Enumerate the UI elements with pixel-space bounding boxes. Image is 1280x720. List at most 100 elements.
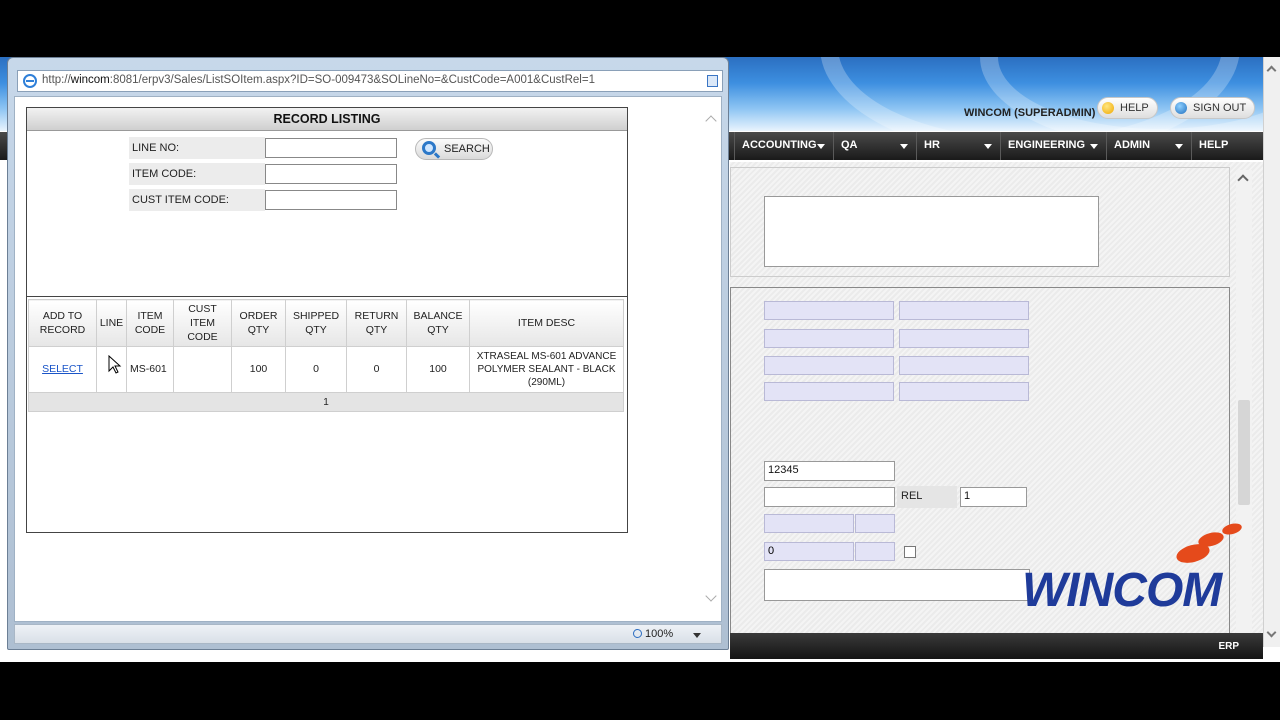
col-balance-qty: BALANCE QTY [406, 299, 470, 347]
current-user-label: WINCOM (SUPERADMIN) [964, 107, 1096, 119]
chevron-down-icon [1266, 627, 1277, 638]
cust-item-code-input[interactable] [265, 190, 397, 210]
chevron-down-icon[interactable] [693, 633, 701, 638]
pager-page-1[interactable]: 1 [28, 392, 624, 412]
zero-field[interactable]: 0 [764, 542, 854, 561]
col-shipped-qty: SHIPPED QTY [285, 299, 347, 347]
pager-row: 1 [28, 392, 624, 412]
status-bar: 100% [14, 624, 722, 644]
app-footer: ERP [730, 633, 1263, 659]
footer-erp-label: ERP [1218, 641, 1239, 652]
chevron-down-icon [817, 144, 825, 149]
results-panel: ADD TO RECORD LINE ITEM CODE CUST ITEM C… [26, 297, 628, 533]
form-field[interactable] [764, 382, 894, 401]
menu-accounting-label: ACCOUNTING [742, 139, 817, 151]
col-return-qty: RETURN QTY [346, 299, 407, 347]
form-field[interactable] [764, 514, 854, 533]
chevron-up-icon [1266, 65, 1277, 76]
menu-engineering[interactable]: ENGINEERING [1001, 132, 1107, 160]
zoom-level: 100% [645, 628, 674, 640]
url-path: :8081/erpv3/Sales/ListSOItem.aspx?ID=SO-… [109, 74, 595, 86]
line-no-input[interactable] [265, 138, 397, 158]
chevron-up-icon [1237, 174, 1249, 186]
record-listing-title: RECORD LISTING [27, 108, 627, 131]
form-field[interactable] [899, 329, 1029, 348]
scroll-thumb[interactable] [1238, 400, 1250, 505]
form-field[interactable] [764, 329, 894, 348]
menu-qa-label: QA [841, 139, 858, 151]
rel-input[interactable]: 1 [960, 487, 1027, 507]
col-item-code: ITEM CODE [126, 299, 174, 347]
cell-item-code: MS-601 [126, 346, 174, 393]
menu-engineering-label: ENGINEERING [1008, 139, 1086, 151]
remarks-textarea[interactable] [764, 569, 1030, 601]
lightbulb-icon [1102, 102, 1114, 114]
form-field[interactable] [855, 542, 895, 561]
item-code-label: ITEM CODE: [129, 163, 265, 185]
ie-browser-icon [23, 74, 37, 88]
cell-balance-qty: 100 [406, 346, 470, 393]
menu-help-label: HELP [1199, 139, 1229, 151]
form-field[interactable] [855, 514, 895, 533]
cell-action: SELECT [28, 346, 97, 393]
chevron-down-icon [900, 144, 908, 149]
form-scrollbar[interactable] [1236, 170, 1252, 640]
chevron-down-icon [984, 144, 992, 149]
page-scrollbar[interactable] [1263, 57, 1280, 647]
header-help-button[interactable]: HELP [1097, 97, 1158, 119]
notes-textarea[interactable] [764, 196, 1099, 267]
cell-order-qty: 100 [231, 346, 286, 393]
item-code-input[interactable] [265, 164, 397, 184]
menu-admin[interactable]: ADMIN [1107, 132, 1192, 160]
menu-hr[interactable]: HR [917, 132, 1001, 160]
popup-window: http://wincom:8081/erpv3/Sales/ListSOIte… [7, 57, 729, 650]
cust-item-code-label: CUST ITEM CODE: [129, 189, 265, 211]
search-icon [422, 141, 436, 155]
search-panel: RECORD LISTING LINE NO: ITEM CODE: CUST … [26, 107, 628, 297]
url-host: wincom [70, 74, 110, 86]
url-prefix: http:// [42, 74, 71, 86]
header-help-label: HELP [1120, 102, 1149, 114]
popup-content: RECORD LISTING LINE NO: ITEM CODE: CUST … [14, 96, 722, 622]
line-no-label: LINE NO: [129, 137, 265, 159]
col-line: LINE [96, 299, 127, 347]
cell-item-desc: XTRASEAL MS-601 ADVANCE POLYMER SEALANT … [469, 346, 624, 393]
chevron-down-icon[interactable] [705, 590, 717, 602]
zoom-control[interactable]: 100% [633, 628, 673, 640]
address-bar[interactable]: http://wincom:8081/erpv3/Sales/ListSOIte… [17, 70, 723, 92]
menu-admin-label: ADMIN [1114, 139, 1151, 151]
cell-return-qty: 0 [346, 346, 407, 393]
code-input[interactable]: 12345 [764, 461, 895, 481]
chevron-up-icon[interactable] [705, 115, 717, 127]
menu-hr-label: HR [924, 139, 940, 151]
menu-qa[interactable]: QA [834, 132, 917, 160]
col-cust-item-code: CUST ITEM CODE [173, 299, 232, 347]
menu-help[interactable]: HELP [1192, 132, 1262, 160]
chevron-down-icon [1090, 144, 1098, 149]
search-button-label: SEARCH [444, 143, 490, 155]
text-input[interactable] [764, 487, 895, 507]
col-order-qty: ORDER QTY [231, 299, 286, 347]
form-field[interactable] [899, 356, 1029, 375]
screen: WINCOM (SUPERADMIN) HELP SIGN OUT ACCOUN… [0, 0, 1280, 720]
sign-out-button[interactable]: SIGN OUT [1170, 97, 1256, 119]
table-header-row: ADD TO RECORD LINE ITEM CODE CUST ITEM C… [28, 299, 624, 347]
col-add-to-record: ADD TO RECORD [28, 299, 97, 347]
sign-out-label: SIGN OUT [1193, 102, 1247, 114]
rel-label: REL [897, 486, 957, 508]
menu-accounting[interactable]: ACCOUNTING [735, 132, 834, 160]
form-field[interactable] [899, 382, 1029, 401]
form-field[interactable] [764, 356, 894, 375]
search-button[interactable]: SEARCH [415, 138, 493, 160]
form-checkbox[interactable] [904, 546, 916, 558]
form-field[interactable] [764, 301, 894, 320]
page-icon [707, 75, 718, 87]
col-item-desc: ITEM DESC [469, 299, 624, 347]
cell-shipped-qty: 0 [285, 346, 347, 393]
form-field[interactable] [899, 301, 1029, 320]
power-icon [1175, 102, 1187, 114]
cell-cust-item-code [173, 346, 232, 393]
select-link[interactable]: SELECT [42, 363, 83, 375]
chevron-down-icon [1175, 144, 1183, 149]
wincom-logo: WINCOM [1022, 564, 1222, 617]
